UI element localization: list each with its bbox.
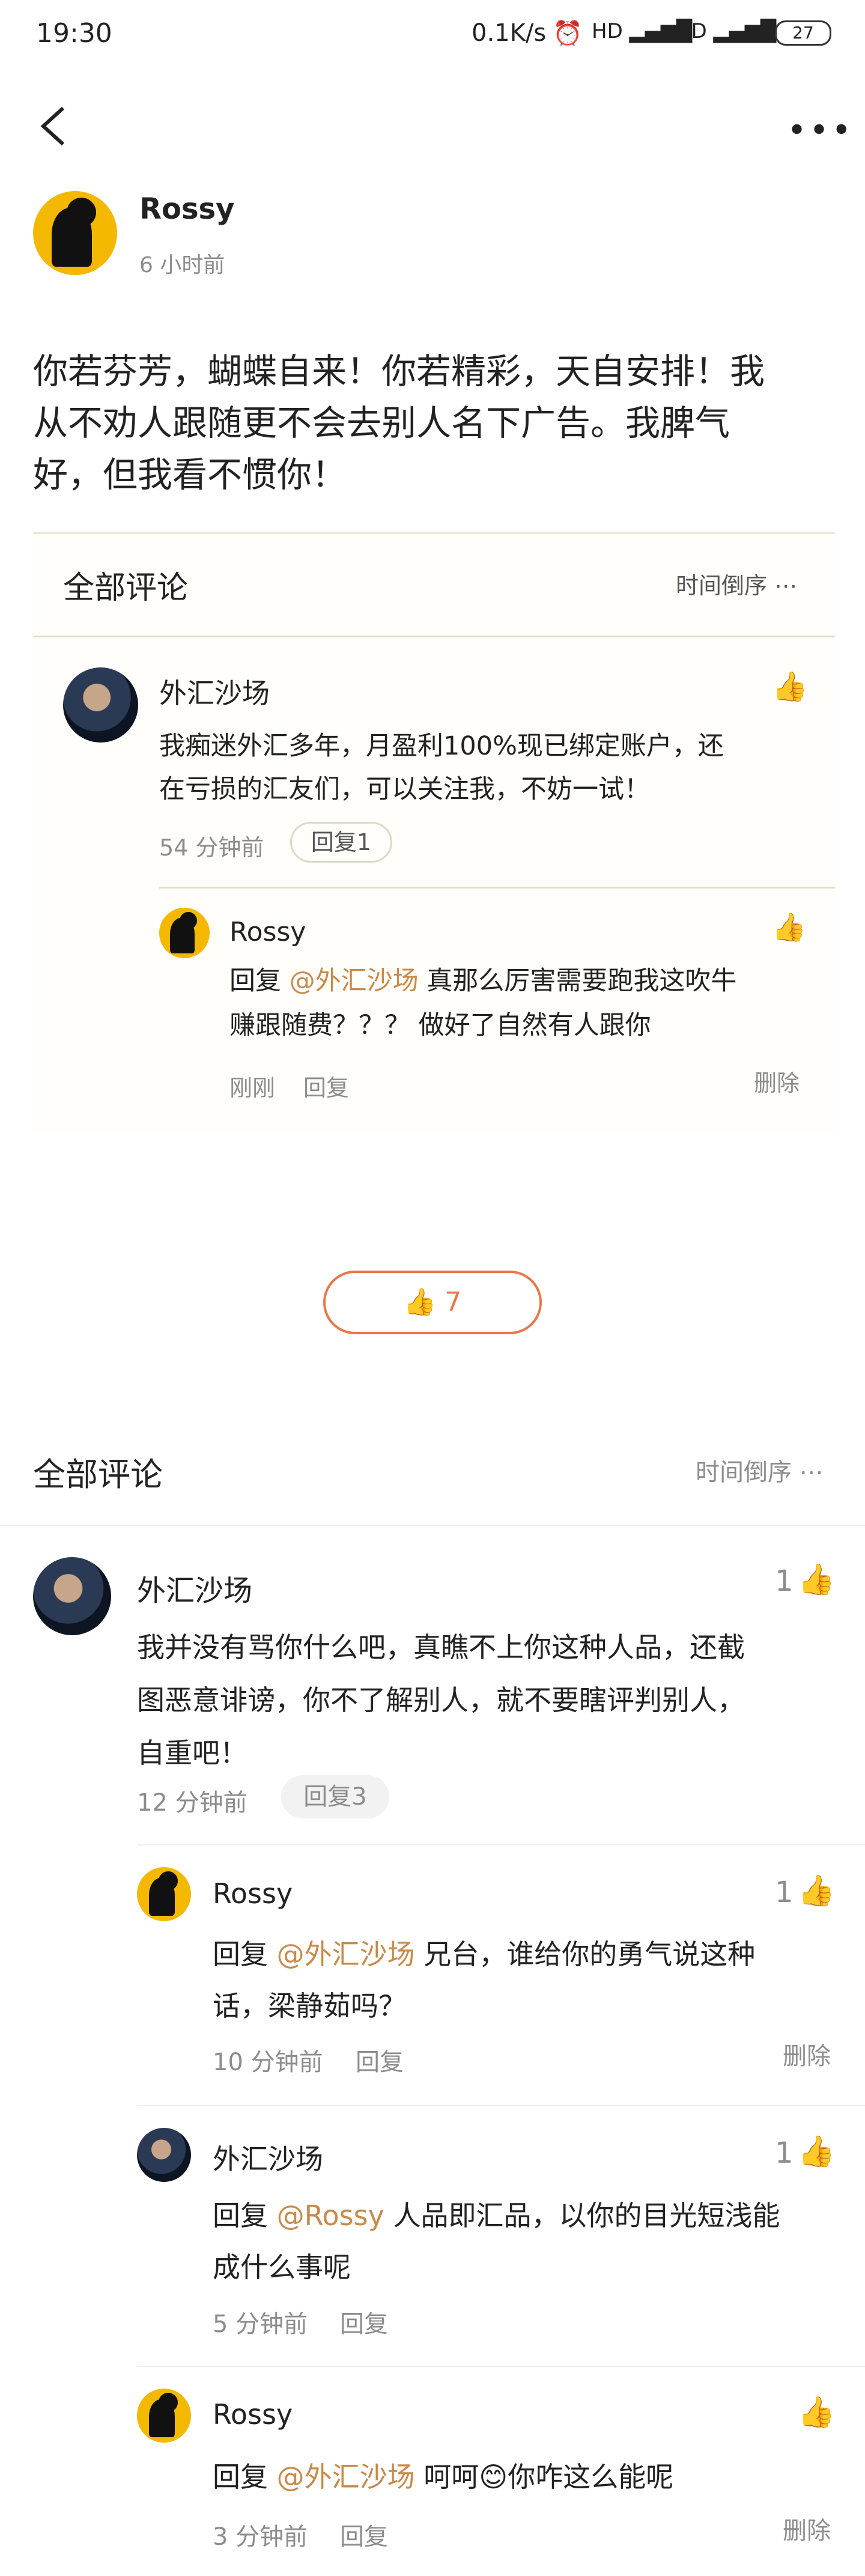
- sort-button[interactable]: 时间倒序 ⋯: [696, 1453, 824, 1487]
- reply-author[interactable]: Rossy: [213, 2398, 293, 2431]
- quoted-reply-action[interactable]: 回复: [303, 1069, 349, 1102]
- quoted-reply-avatar[interactable]: [159, 908, 210, 958]
- post-body-line: 你若芬芳，蝴蝶自来！你若精彩，天自安排！我: [33, 351, 765, 392]
- reply-time: 5 分钟前: [213, 2310, 308, 2338]
- reply-avatar[interactable]: [137, 2128, 191, 2182]
- reply-prefix: 回复: [229, 966, 290, 996]
- post-time: 6 小时前: [139, 253, 225, 278]
- delete-button[interactable]: 删除: [783, 2037, 831, 2071]
- reply-action[interactable]: 回复: [340, 2304, 388, 2339]
- quoted-screenshot: 全部评论 时间倒序 ⋯ 外汇沙场 👍 我痴迷外汇多年，月盈利100%现已绑定账户…: [33, 532, 835, 1133]
- thumbs-up-icon[interactable]: 👍: [798, 1562, 835, 1597]
- mention-link[interactable]: @外汇沙场: [290, 966, 419, 996]
- comments-title: 全部评论: [33, 1456, 163, 1493]
- like-button[interactable]: 👍 7: [323, 1271, 542, 1334]
- quoted-delete-button[interactable]: 删除: [754, 1065, 800, 1098]
- comment-line: 在亏损的汇友们，可以关注我，不妨一试！: [159, 774, 650, 804]
- comment-like-count: 1: [775, 1564, 794, 1598]
- quoted-comment-time: 54 分钟前: [159, 834, 264, 861]
- comment-line: 自重吧！: [137, 1737, 247, 1769]
- thumbs-up-icon[interactable]: 👍: [772, 669, 808, 703]
- reply-text: 真那么厉害需要跑我这吹牛: [418, 966, 737, 996]
- reply-line: 话，梁静茹吗？: [213, 1990, 406, 2022]
- mention-link[interactable]: @外汇沙场: [277, 2461, 415, 2493]
- comment-line: 我痴迷外汇多年，月盈利100%现已绑定账户，还: [159, 731, 724, 761]
- reply-line: 成什么事呢: [213, 2251, 351, 2283]
- quoted-comment-text: 我痴迷外汇多年，月盈利100%现已绑定账户，还 在亏损的汇友们，可以关注我，不妨…: [159, 724, 724, 811]
- network-speed: 0.1K/s: [472, 19, 547, 47]
- reply-avatar[interactable]: [137, 1867, 191, 1921]
- reply-prefix: 回复: [213, 2461, 277, 2493]
- quoted-reply-count-button[interactable]: 回复1: [290, 822, 392, 863]
- reply-text: 回复 @Rossy 人品即汇品，以你的目光短浅能 成什么事呢: [213, 2190, 780, 2293]
- comment-line: 我并没有骂你什么吧，真瞧不上你这种人品，还截: [137, 1631, 745, 1663]
- quoted-reply-text: 回复 @外汇沙场 真那么厉害需要跑我这吹牛 赚跟随费？？？ 做好了自然有人跟你: [229, 959, 736, 1048]
- thumbs-up-icon[interactable]: 👍: [798, 1873, 835, 1909]
- post-body: 你若芬芳，蝴蝶自来！你若精彩，天自安排！我 从不劝人跟随更不会去别人名下广告。我…: [33, 345, 765, 500]
- reply-avatar[interactable]: [137, 2389, 191, 2443]
- quoted-comment-author[interactable]: 外汇沙场: [159, 672, 270, 711]
- reply-text: 回复 @外汇沙场 呵呵😊你咋这么能呢: [213, 2451, 673, 2503]
- reply-line: 呵呵😊你咋这么能呢: [414, 2461, 674, 2493]
- mention-link[interactable]: @Rossy: [277, 2199, 384, 2232]
- reply-text: 回复 @外汇沙场 兄台，谁给你的勇气说这种 话，梁静茹吗？: [213, 1928, 755, 2032]
- mention-link[interactable]: @外汇沙场: [277, 1938, 415, 1970]
- signal-icon-2: HD ▂▄▆█: [676, 19, 777, 43]
- comment-avatar[interactable]: [33, 1557, 111, 1635]
- reply-like-count: 1: [775, 2136, 794, 2170]
- reply-time: 10 分钟前: [213, 2049, 323, 2076]
- quoted-sort-button[interactable]: 时间倒序 ⋯: [676, 567, 797, 600]
- comment-author[interactable]: 外汇沙场: [137, 1567, 252, 1609]
- post-author-name[interactable]: Rossy: [139, 192, 234, 226]
- reply-like-count: 1: [775, 1876, 794, 1909]
- battery-level: 27: [792, 23, 814, 43]
- reply-text: 赚跟随费？？？ 做好了自然有人跟你: [229, 1010, 651, 1040]
- thumbs-up-icon[interactable]: 👍: [798, 2134, 835, 2169]
- reply-action[interactable]: 回复: [340, 2517, 388, 2552]
- comment-time: 12 分钟前: [137, 1789, 247, 1817]
- reply-action[interactable]: 回复: [356, 2043, 404, 2077]
- reply-author[interactable]: 外汇沙场: [213, 2137, 323, 2177]
- reply-count-button[interactable]: 回复3: [281, 1775, 389, 1818]
- status-time: 19:30: [36, 18, 112, 49]
- post-body-line: 好，但我看不惯你！: [33, 454, 347, 495]
- quoted-comments-title: 全部评论: [63, 570, 189, 606]
- quoted-reply-author[interactable]: Rossy: [229, 917, 306, 947]
- reply-time: 3 分钟前: [213, 2523, 308, 2551]
- back-icon[interactable]: [36, 105, 72, 147]
- reply-line: 兄台，谁给你的勇气说这种: [414, 1938, 756, 1970]
- thumbs-up-icon[interactable]: 👍: [798, 2395, 835, 2430]
- thumbs-up-icon[interactable]: 👍: [772, 911, 806, 944]
- quoted-reply-time: 刚刚: [229, 1075, 276, 1101]
- quoted-comment-avatar[interactable]: [63, 667, 138, 743]
- reply-prefix: 回复: [213, 1938, 277, 1970]
- delete-button[interactable]: 删除: [783, 2511, 831, 2546]
- like-count: 7: [445, 1287, 462, 1317]
- reply-line: 人品即汇品，以你的目光短浅能: [384, 2199, 780, 2232]
- reply-prefix: 回复: [213, 2199, 277, 2232]
- post-author-avatar[interactable]: [33, 191, 117, 275]
- comment-line: 图恶意诽谤，你不了解别人，就不要瞎评判别人，: [137, 1684, 745, 1716]
- thumbs-up-icon: 👍: [403, 1287, 437, 1317]
- comment-text: 我并没有骂你什么吧，真瞧不上你这种人品，还截 图恶意诽谤，你不了解别人，就不要瞎…: [137, 1621, 745, 1779]
- battery-icon: 27: [775, 20, 831, 46]
- more-icon[interactable]: •••: [787, 111, 854, 150]
- alarm-icon: ⏰: [553, 20, 583, 47]
- reply-author[interactable]: Rossy: [213, 1877, 293, 1910]
- status-bar: 19:30 0.1K/s ⏰ HD ▂▄▆█ HD ▂▄▆█ 27: [0, 0, 865, 72]
- post-body-line: 从不劝人跟随更不会去别人名下广告。我脾气: [33, 402, 730, 443]
